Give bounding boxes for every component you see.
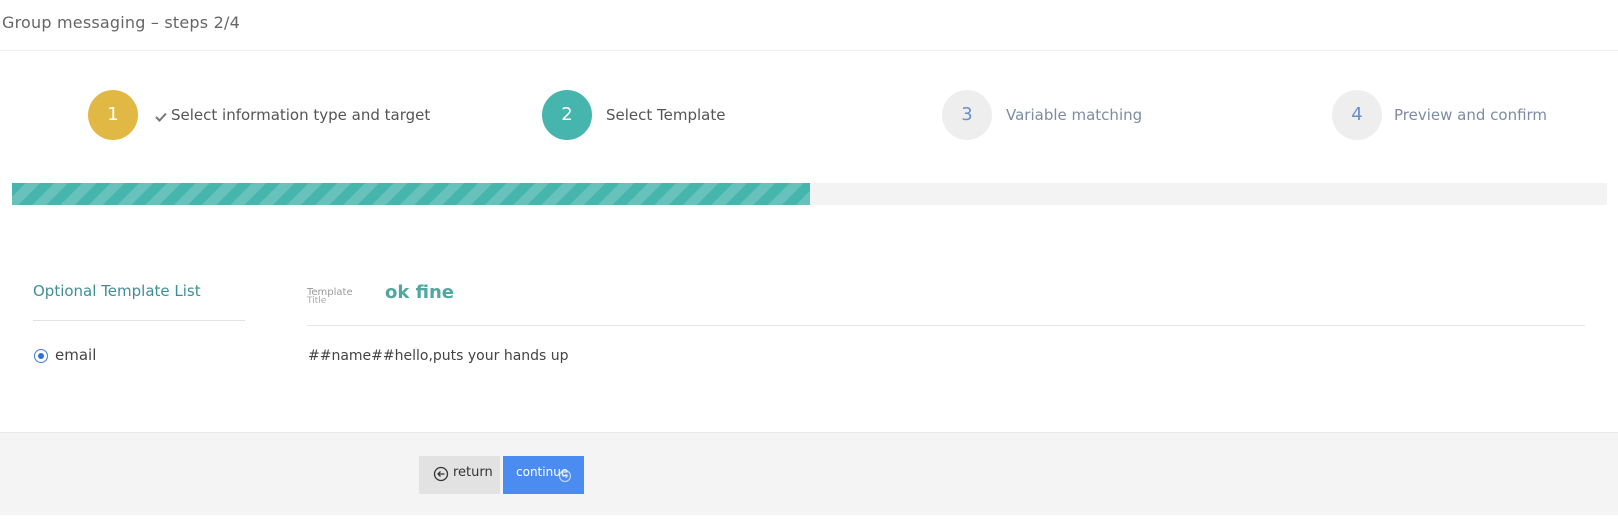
template-option-label: email	[55, 346, 97, 364]
template-list-heading: Optional Template List	[33, 270, 245, 321]
step-1-label: Select information type and target	[171, 106, 431, 124]
template-option-radio[interactable]	[34, 349, 48, 363]
template-tag-line2: Title	[307, 296, 327, 306]
template-body: ##name##hello,puts your hands up	[308, 348, 569, 364]
radio-dot-icon	[38, 353, 44, 359]
arrow-left-circle-icon	[433, 466, 449, 482]
template-preview: Template Title ok fine ##name##hello,put…	[307, 270, 1585, 364]
step-2-label: Select Template	[606, 106, 726, 124]
template-title: ok fine	[385, 282, 454, 303]
page-title: Group messaging – steps 2/4	[2, 13, 240, 32]
action-footer: return continue	[0, 432, 1618, 515]
page-header: Group messaging – steps 2/4	[0, 0, 1618, 51]
step-4-label: Preview and confirm	[1394, 106, 1548, 124]
step-3-label: Variable matching	[1006, 106, 1143, 124]
continue-button[interactable]: continue	[503, 456, 584, 494]
arrow-right-circle-icon	[558, 469, 572, 483]
step-indicator: 1 Select information type and target 2 S…	[0, 90, 1618, 150]
progress-bar	[12, 183, 1607, 205]
template-list-panel: Optional Template List email	[33, 270, 245, 364]
progress-bar-fill	[12, 183, 810, 205]
page: Group messaging – steps 2/4 1 Select inf…	[0, 0, 1618, 528]
check-icon	[155, 112, 167, 122]
step-3-circle: 3	[942, 90, 992, 140]
return-button-label: return	[453, 465, 493, 480]
return-button[interactable]: return	[419, 456, 500, 494]
template-tag: Template Title	[307, 288, 353, 306]
step-1-circle: 1	[88, 90, 138, 140]
step-2-circle: 2	[542, 90, 592, 140]
template-header: Template Title ok fine	[307, 270, 1585, 326]
step-4-circle: 4	[1332, 90, 1382, 140]
